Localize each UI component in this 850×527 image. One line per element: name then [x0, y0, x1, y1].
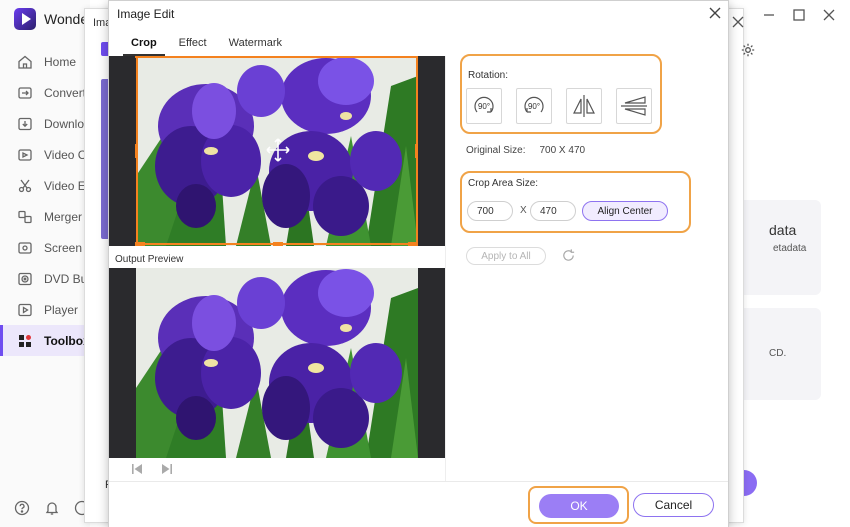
- crop-canvas[interactable]: [109, 56, 445, 246]
- crop-handle-right[interactable]: [415, 144, 418, 158]
- sidebar-nav: Home Converter Downloader Video Compress…: [0, 46, 90, 356]
- reset-icon[interactable]: [561, 248, 576, 263]
- tab-crop[interactable]: Crop: [123, 35, 165, 56]
- window-controls: [762, 8, 836, 22]
- image-edit-dialog: Image Edit Crop Effect Watermark Output …: [108, 0, 729, 527]
- sidebar-footer: [14, 500, 90, 516]
- original-size-value: 700 X 470: [539, 145, 586, 156]
- home-icon: [18, 55, 32, 69]
- background-card-subtitle: etadata: [773, 243, 807, 254]
- toolbox-icon: [19, 334, 31, 347]
- edit-tabs: Crop Effect Watermark: [123, 35, 296, 56]
- sidebar-item-screen-recorder[interactable]: Screen Recorder: [0, 232, 90, 263]
- output-preview: [109, 268, 445, 458]
- sidebar-item-dvd-burner[interactable]: DVD Burner: [0, 263, 90, 294]
- rotation-group: Rotation: 90° 90°: [460, 54, 662, 134]
- settings-gear-icon: [741, 43, 755, 57]
- rotate-right-icon: 90°: [474, 96, 494, 113]
- background-card-title: data: [769, 222, 797, 238]
- sidebar-item-converter[interactable]: Converter: [0, 77, 90, 108]
- sidebar-item-label: Player: [44, 302, 79, 317]
- sidebar-item-player[interactable]: Player: [0, 294, 90, 325]
- crop-handle-bottom-right[interactable]: [408, 242, 418, 246]
- app-logo-icon: [14, 8, 36, 30]
- sidebar-item-merger[interactable]: Merger: [0, 201, 90, 232]
- tab-effect[interactable]: Effect: [171, 35, 215, 56]
- image-pane: Output Preview: [109, 56, 445, 481]
- background-cards: data etadata CD.: [735, 40, 840, 480]
- play-icon: [18, 303, 32, 316]
- close-icon[interactable]: [708, 6, 722, 20]
- ok-button[interactable]: OK: [539, 494, 619, 518]
- sidebar-item-label: Toolbox: [44, 333, 90, 348]
- merge-icon: [18, 210, 32, 223]
- screen-record-icon: [18, 241, 32, 254]
- app-brand: Wonder: [14, 8, 93, 30]
- crop-handle-bottom-left[interactable]: [135, 242, 145, 246]
- size-separator: X: [520, 205, 527, 216]
- sidebar-item-video-editor[interactable]: Video Editor: [0, 170, 90, 201]
- move-icon[interactable]: [264, 136, 292, 164]
- settings-pane: Rotation: 90° 90° Original Size: 700 X 4…: [454, 51, 724, 471]
- crop-width-input[interactable]: [467, 201, 513, 221]
- dialog-footer: OK Cancel: [109, 481, 728, 527]
- rotate-left-icon: 90°: [524, 96, 544, 113]
- dvd-icon: [18, 272, 32, 285]
- sidebar-item-label: Merger: [44, 209, 83, 224]
- flip-horizontal-button[interactable]: [566, 88, 602, 124]
- rotate-right-label: 90°: [478, 102, 490, 111]
- rotate-left-label: 90°: [528, 102, 540, 111]
- sidebar-item-video-compressor[interactable]: Video Compressor: [0, 139, 90, 170]
- converter-icon: [18, 86, 32, 99]
- flip-horizontal-icon: [573, 95, 595, 117]
- background-card-cd: CD.: [735, 308, 821, 400]
- sidebar-item-toolbox[interactable]: Toolbox: [0, 325, 90, 356]
- bell-icon[interactable]: [44, 500, 60, 516]
- background-close-icon: [732, 16, 744, 28]
- pane-divider: [445, 56, 446, 481]
- rotate-right-button[interactable]: 90°: [466, 88, 502, 124]
- background-card-subtitle: CD.: [769, 348, 787, 359]
- align-center-button[interactable]: Align Center: [582, 201, 668, 221]
- video-compress-icon: [18, 148, 32, 161]
- crop-height-input[interactable]: [530, 201, 576, 221]
- sidebar-item-downloader[interactable]: Downloader: [0, 108, 90, 139]
- maximize-icon[interactable]: [792, 8, 806, 22]
- crop-size-group: Crop Area Size: X Align Center: [460, 171, 691, 233]
- rotation-label: Rotation:: [468, 70, 509, 81]
- crop-handle-bottom[interactable]: [273, 242, 283, 246]
- scissors-icon: [18, 179, 32, 192]
- apply-to-all-button[interactable]: Apply to All: [466, 247, 546, 265]
- download-icon: [18, 117, 32, 130]
- dialog-title: Image Edit: [117, 7, 175, 21]
- image-pager: [131, 463, 173, 475]
- flip-vertical-icon: [621, 96, 647, 116]
- tab-watermark[interactable]: Watermark: [221, 35, 290, 56]
- background-card-metadata: data etadata: [735, 200, 821, 295]
- crop-handle-top-left[interactable]: [135, 56, 145, 58]
- crop-area-size-label: Crop Area Size:: [468, 178, 539, 189]
- minimize-icon[interactable]: [762, 8, 776, 22]
- sidebar-item-home[interactable]: Home: [0, 46, 90, 77]
- next-image-icon[interactable]: [161, 463, 173, 475]
- app-sidebar: Wonder Home Converter Downloader Video C…: [0, 0, 93, 527]
- rotate-left-button[interactable]: 90°: [516, 88, 552, 124]
- preview-image: [136, 268, 418, 458]
- output-preview-label: Output Preview: [115, 254, 184, 265]
- crop-handle-top-right[interactable]: [408, 56, 418, 58]
- help-icon[interactable]: [14, 500, 30, 516]
- window-close-icon[interactable]: [822, 8, 836, 22]
- ok-highlight: OK: [528, 486, 629, 524]
- original-size-label: Original Size:: [466, 145, 526, 156]
- sidebar-item-label: Home: [44, 54, 77, 69]
- crop-handle-left[interactable]: [135, 144, 138, 158]
- cancel-button[interactable]: Cancel: [633, 493, 714, 517]
- flip-vertical-button[interactable]: [616, 88, 652, 124]
- original-size-row: Original Size: 700 X 470: [466, 145, 585, 156]
- previous-image-icon[interactable]: [131, 463, 143, 475]
- crop-handle-top[interactable]: [273, 56, 283, 58]
